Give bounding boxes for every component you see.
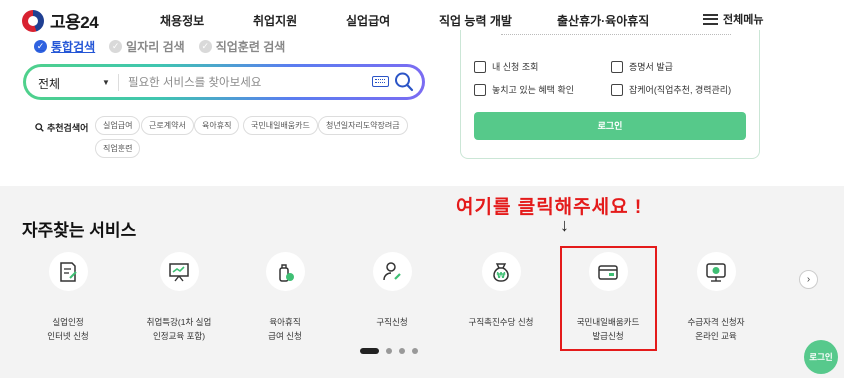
recommended-keywords-label: 추천검색어: [35, 121, 88, 134]
service-job-promotion-allowance[interactable]: ₩ 구직촉진수당 신청: [456, 252, 546, 329]
check-icon: ✓: [198, 40, 212, 53]
callout-text: 여기를 클릭해주세요 !: [456, 197, 643, 218]
pagination-dot[interactable]: [399, 348, 405, 354]
service-label: 실업인정: [52, 317, 84, 327]
service-label: 급여 신청: [268, 331, 302, 341]
svg-text:₩: ₩: [497, 271, 506, 280]
service-job-lecture[interactable]: 취업특강(1차 실업인정교육 포함): [134, 252, 224, 343]
recommended-label-text: 추천검색어: [47, 123, 89, 133]
service-label: 육아휴직: [269, 317, 301, 327]
logo[interactable]: 고용24: [22, 8, 99, 33]
search-icon: [35, 123, 44, 132]
pagination-dot[interactable]: [386, 348, 392, 354]
section-title: 자주찾는 서비스: [22, 221, 137, 240]
service-unemployment-recognition[interactable]: 실업인정인터넷 신청: [23, 252, 113, 343]
tab-label: 통합검색: [51, 40, 96, 54]
service-label: 인터넷 신청: [47, 331, 89, 341]
taegeuk-logo-icon: [22, 9, 44, 32]
keyword-chip[interactable]: 근로계약서: [141, 116, 194, 135]
baby-bottle-icon: [279, 263, 294, 282]
search-document-icon: [474, 83, 486, 96]
quick-login-panel: 내 신청 조회 증명서 발급 놓치고 있는 혜택 확인 잡케어(직업추천, 경력…: [460, 30, 760, 159]
panel-top-partial: [501, 34, 731, 37]
nav-item-employment-support[interactable]: 취업지원: [253, 12, 297, 29]
my-application-link[interactable]: 내 신청 조회: [474, 60, 538, 73]
divider: [118, 74, 119, 91]
service-parental-leave[interactable]: 육아휴직급여 신청: [240, 252, 330, 343]
keyword-chip[interactable]: 육아휴직: [194, 116, 240, 135]
panel-item-label: 놓치고 있는 혜택 확인: [492, 85, 575, 95]
search-icon[interactable]: [394, 71, 414, 93]
check-icon: ✓: [34, 40, 47, 53]
jobcare-link[interactable]: 잡케어(직업추천, 경력관리): [611, 83, 731, 96]
nav-item-parental-leave[interactable]: 출산휴가·육아휴직: [557, 12, 649, 29]
tab-integrated-search[interactable]: ✓ 통합검색: [34, 38, 95, 55]
search-box: 전체 ▼: [23, 64, 425, 100]
nav-item-vocational-development[interactable]: 직업 능력 개발: [439, 12, 512, 29]
nav-item-jobs[interactable]: 채용정보: [160, 12, 204, 29]
highlight-box: [560, 246, 657, 351]
lecture-board-icon: [169, 262, 189, 281]
carousel-pagination: [360, 348, 418, 354]
tab-job-search[interactable]: ✓ 일자리 검색: [109, 38, 185, 55]
list-icon: [474, 60, 486, 73]
hamburger-icon: [703, 13, 718, 25]
money-bag-icon: ₩: [493, 262, 509, 282]
search-tabs: ✓ 통합검색 ✓ 일자리 검색 ✓ 직업훈련 검색: [34, 38, 285, 55]
logo-text: 고용24: [50, 13, 99, 32]
login-button[interactable]: 로그인: [474, 112, 746, 140]
floating-login-button[interactable]: 로그인: [804, 340, 838, 374]
nav-item-unemployment-benefit[interactable]: 실업급여: [346, 12, 390, 29]
certificate-icon: [611, 60, 623, 73]
panel-item-label: 내 신청 조회: [492, 62, 539, 72]
online-education-icon: [706, 262, 726, 282]
tab-training-search[interactable]: ✓ 직업훈련 검색: [198, 38, 286, 55]
check-icon: ✓: [109, 40, 123, 53]
tab-label: 일자리 검색: [126, 40, 185, 54]
service-label: 구직신청: [376, 317, 408, 327]
service-label: 온라인 교육: [695, 331, 737, 341]
service-online-education[interactable]: 수급자격 신청자온라인 교육: [671, 252, 761, 343]
service-label: 수급자격 신청자: [687, 317, 745, 327]
person-search-icon: [383, 261, 401, 280]
benefit-check-link[interactable]: 놓치고 있는 혜택 확인: [474, 83, 574, 96]
dropdown-arrow-icon[interactable]: ▼: [102, 78, 110, 87]
down-arrow-icon: ↓: [560, 215, 569, 235]
page: 고용24 채용정보 취업지원 실업급여 직업 능력 개발 출산휴가·육아휴직 전…: [0, 0, 844, 378]
tab-label: 직업훈련 검색: [215, 40, 286, 54]
pagination-dot[interactable]: [412, 348, 418, 354]
service-label: 취업특강(1차 실업: [146, 317, 212, 327]
service-job-application[interactable]: 구직신청: [347, 252, 437, 329]
keyboard-icon[interactable]: [372, 76, 389, 87]
panel-item-label: 잡케어(직업추천, 경력관리): [629, 85, 732, 95]
jobcare-icon: [611, 83, 623, 96]
certificate-link[interactable]: 증명서 발급: [611, 60, 673, 73]
all-menu-label: 전체메뉴: [723, 14, 764, 26]
service-label: 구직촉진수당 신청: [468, 317, 534, 327]
keyword-chip[interactable]: 실업급여: [95, 116, 141, 135]
keyword-chip[interactable]: 청년일자리도약장려금: [318, 116, 408, 135]
keyword-chip[interactable]: 직업훈련: [95, 139, 141, 158]
panel-item-label: 증명서 발급: [629, 62, 673, 72]
document-check-icon: [60, 261, 77, 282]
keyword-chip[interactable]: 국민내일배움카드: [243, 116, 318, 135]
frequent-services-section: 자주찾는 서비스 여기를 클릭해주세요 ! ↓ 실업인정 인터넷 신청 취업특강…: [0, 186, 844, 378]
search-input[interactable]: [128, 72, 368, 94]
carousel-next-button[interactable]: ›: [799, 270, 818, 289]
pagination-dot-active[interactable]: [360, 348, 379, 354]
service-label: 인정교육 포함): [152, 331, 206, 341]
all-menu-button[interactable]: 전체메뉴: [703, 11, 763, 27]
